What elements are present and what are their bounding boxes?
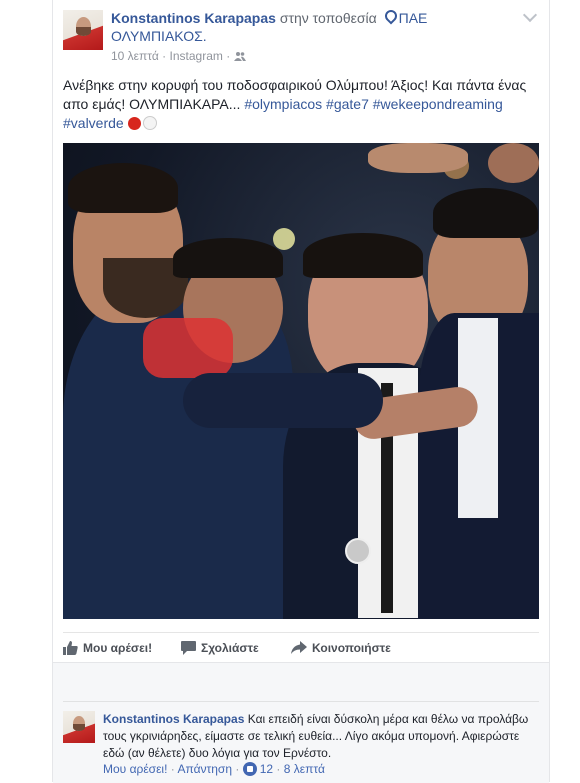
chevron-down-icon[interactable] bbox=[522, 7, 538, 23]
comment-body: Konstantinos Karapapas Και επειδή είναι … bbox=[103, 711, 543, 762]
share-arrow-icon bbox=[291, 641, 307, 654]
friends-audience-icon[interactable] bbox=[233, 50, 246, 64]
comment-meta: Μου αρέσει! · Απάντηση · 12 · 8 λεπτά bbox=[103, 762, 325, 776]
comment-reply-link[interactable]: Απάντηση bbox=[177, 762, 232, 776]
like-reaction-icon[interactable] bbox=[242, 762, 257, 776]
post-photo[interactable] bbox=[63, 143, 539, 619]
comment-bubble-icon bbox=[181, 641, 196, 655]
meta-separator: · bbox=[162, 49, 167, 63]
post-meta: 10 λεπτά · Instagram · bbox=[111, 49, 246, 64]
feed-post: Konstantinos Karapapas στην τοποθεσία ΠΑ… bbox=[52, 0, 550, 783]
comment-button-label: Σχολιάστε bbox=[201, 641, 259, 655]
location-pin-icon bbox=[382, 7, 400, 25]
hashtag-link[interactable]: #valverde bbox=[63, 115, 124, 131]
author-name-link[interactable]: Konstantinos Karapapas bbox=[111, 10, 276, 26]
meta-separator: · bbox=[235, 762, 240, 776]
meta-separator: · bbox=[276, 762, 281, 776]
meta-separator: · bbox=[170, 762, 175, 776]
hashtag-link[interactable]: #wekeepondreaming bbox=[373, 96, 503, 112]
commenter-avatar[interactable] bbox=[63, 711, 95, 743]
thumbs-up-icon bbox=[63, 641, 78, 655]
post-action-bar: Μου αρέσει! Σχολιάστε Κοινοποιήστε bbox=[63, 632, 539, 663]
post-source-link[interactable]: Instagram bbox=[170, 49, 223, 63]
post-text: Ανέβηκε στην κορυφή του ποδοσφαιρικού Ολ… bbox=[63, 76, 541, 133]
comment-like-link[interactable]: Μου αρέσει! bbox=[103, 762, 167, 776]
hashtag-link[interactable]: #olympiacos bbox=[244, 96, 322, 112]
meta-separator: · bbox=[226, 49, 231, 63]
comments-section: Konstantinos Karapapas Και επειδή είναι … bbox=[53, 662, 549, 783]
location-prefix: στην τοποθεσία bbox=[279, 10, 377, 26]
post-header: Konstantinos Karapapas στην τοποθεσία ΠΑ… bbox=[111, 7, 511, 45]
commenter-name-link[interactable]: Konstantinos Karapapas bbox=[103, 712, 244, 726]
share-button[interactable]: Κοινοποιήστε bbox=[291, 637, 391, 659]
white-circle-emoji bbox=[142, 116, 157, 130]
post-time-link[interactable]: 10 λεπτά bbox=[111, 49, 159, 63]
comment-button[interactable]: Σχολιάστε bbox=[181, 637, 259, 659]
reaction-count[interactable]: 12 bbox=[260, 762, 273, 776]
red-circle-emoji bbox=[127, 117, 141, 130]
comment-divider bbox=[63, 701, 539, 702]
author-avatar[interactable] bbox=[63, 10, 103, 50]
like-button-label: Μου αρέσει! bbox=[83, 641, 153, 655]
comment-time-link[interactable]: 8 λεπτά bbox=[284, 762, 325, 776]
hashtag-link[interactable]: #gate7 bbox=[326, 96, 369, 112]
like-button[interactable]: Μου αρέσει! bbox=[63, 637, 152, 659]
share-button-label: Κοινοποιήστε bbox=[312, 641, 391, 655]
